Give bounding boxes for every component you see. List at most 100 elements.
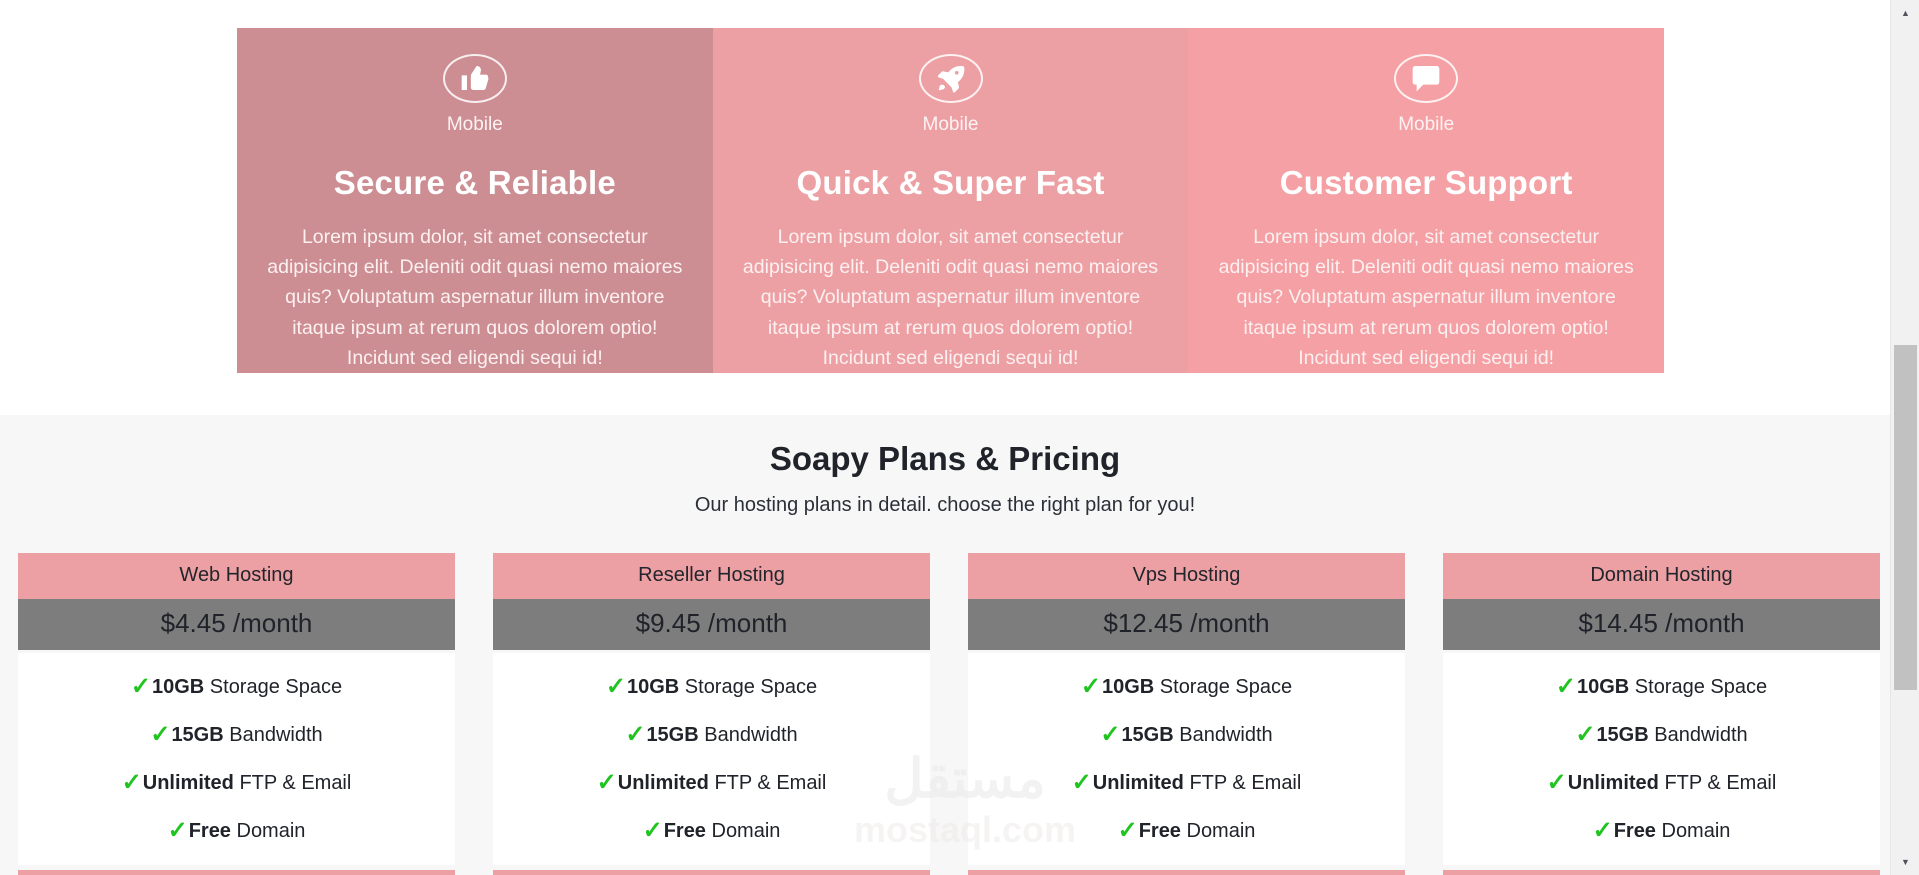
feature-card: Mobile Customer Support Lorem ipsum dolor,… (1188, 28, 1665, 373)
plan-feature-strong: Unlimited (1092, 772, 1184, 794)
check-icon: ✓ (596, 769, 617, 796)
plan-feature-list: ✓10GB Storage Space ✓15GB Bandwidth ✓Unlim… (493, 653, 930, 865)
check-icon: ✓ (1555, 673, 1576, 700)
plan-feature-row: ✓Free Domain (493, 816, 930, 845)
plan-price: $9.45 /month (493, 599, 930, 650)
check-icon: ✓ (1546, 769, 1567, 796)
feature-subtitle: Mobile (922, 113, 979, 135)
plan-feature-row: ✓Unlimited FTP & Email (968, 768, 1405, 797)
plan-feature-list: ✓10GB Storage Space ✓15GB Bandwidth ✓Unlim… (18, 653, 455, 865)
plan-name: Domain Hosting (1443, 553, 1880, 599)
plan-feature-rest: Bandwidth (1173, 724, 1273, 746)
plan-feature-strong: Unlimited (1567, 772, 1659, 794)
plan-feature-row: ✓Free Domain (1443, 816, 1880, 845)
check-icon: ✓ (625, 721, 646, 748)
plan-feature-rest: FTP & Email (1183, 772, 1302, 794)
plan-feature-strong: Unlimited (617, 772, 709, 794)
check-icon: ✓ (1080, 673, 1101, 700)
plan-feature-rest: Storage Space (204, 676, 343, 698)
feature-description: Lorem ipsum dolor, sit amet consectetur … (742, 225, 1159, 369)
plan-feature-row: ✓10GB Storage Space (1443, 672, 1880, 701)
plan-feature-strong: Unlimited (142, 772, 234, 794)
page-root: Mobile Secure & Reliable Lorem ipsum dolor… (0, 0, 1919, 875)
scroll-up-arrow-icon[interactable]: ▲ (1891, 4, 1919, 22)
plan-feature-strong: 10GB (626, 676, 680, 698)
check-icon: ✓ (130, 673, 151, 700)
feature-card: Mobile Secure & Reliable Lorem ipsum dolor… (237, 28, 713, 373)
plan-feature-row: ✓Unlimited FTP & Email (1443, 768, 1880, 797)
pricing-title: Soapy Plans & Pricing (769, 440, 1121, 477)
check-icon: ✓ (121, 769, 142, 796)
pricing-section: Soapy Plans & Pricing Our hosting plans … (0, 415, 1890, 875)
plan-feature-row: ✓Unlimited FTP & Email (493, 768, 930, 797)
sign-up-now-button[interactable]: Sign Up Now (968, 870, 1405, 875)
plan-feature-rest: Storage Space (1629, 676, 1768, 698)
sign-up-now-button[interactable]: Sign Up Now (18, 870, 455, 875)
plan-feature-row: ✓15GB Bandwidth (968, 720, 1405, 749)
feature-subtitle: Mobile (446, 113, 503, 135)
features-strip: Mobile Secure & Reliable Lorem ipsum dolor… (237, 28, 1665, 373)
pricing-plans: Web Hosting $4.45 /month ✓10GB Storage Spa… (18, 553, 1880, 875)
feature-title: Quick & Super Fast (796, 163, 1105, 201)
plan-feature-row: ✓Free Domain (968, 816, 1405, 845)
plan-feature-strong: 15GB (1121, 724, 1174, 746)
scroll-down-arrow-icon[interactable]: ▼ (1891, 853, 1919, 871)
pricing-plan-card: Reseller Hosting $9.45 /month ✓10GB Storag… (493, 553, 930, 875)
plan-price: $14.45 /month (1443, 599, 1880, 650)
pricing-plan-card: Vps Hosting $12.45 /month ✓10GB Storage Sp… (968, 553, 1405, 875)
plan-feature-rest: Bandwidth (1648, 724, 1748, 746)
sign-up-now-button[interactable]: Sign Up Now (493, 870, 930, 875)
plan-feature-row: ✓10GB Storage Space (493, 672, 930, 701)
feature-description: Lorem ipsum dolor, sit amet consectetur … (267, 225, 683, 369)
feature-title: Secure & Reliable (333, 163, 616, 201)
plan-feature-row: ✓15GB Bandwidth (1443, 720, 1880, 749)
pricing-header: Soapy Plans & Pricing Our hosting plans … (0, 415, 1890, 517)
feature-subtitle: Mobile (1398, 113, 1455, 135)
plan-feature-list: ✓10GB Storage Space ✓15GB Bandwidth ✓Unlim… (968, 653, 1405, 865)
plan-feature-rest: Domain (230, 820, 306, 842)
scrollbar-thumb[interactable] (1894, 345, 1917, 690)
plan-name: Vps Hosting (968, 553, 1405, 599)
plan-feature-rest: Domain (1180, 820, 1256, 842)
plan-feature-rest: Domain (705, 820, 781, 842)
plan-feature-row: ✓Free Domain (18, 816, 455, 845)
check-icon: ✓ (1592, 817, 1613, 844)
plan-feature-row: ✓15GB Bandwidth (18, 720, 455, 749)
plan-feature-list: ✓10GB Storage Space ✓15GB Bandwidth ✓Unlim… (1443, 653, 1880, 865)
plan-feature-strong: 10GB (151, 676, 205, 698)
plan-price: $4.45 /month (18, 599, 455, 650)
plan-feature-row: ✓Unlimited FTP & Email (18, 768, 455, 797)
plan-name: Reseller Hosting (493, 553, 930, 599)
feature-card: Mobile Quick & Super Fast Lorem ipsum dolo… (712, 28, 1189, 373)
plan-feature-strong: Free (1613, 820, 1656, 842)
check-icon: ✓ (1100, 721, 1121, 748)
pricing-plan-card: Web Hosting $4.45 /month ✓10GB Storage Spa… (18, 553, 455, 875)
plan-feature-row: ✓10GB Storage Space (18, 672, 455, 701)
plan-feature-strong: 10GB (1576, 676, 1630, 698)
plan-feature-rest: Storage Space (679, 676, 818, 698)
vertical-scrollbar[interactable]: ▲ ▼ (1890, 0, 1919, 875)
pricing-subtitle: Our hosting plans in detail. choose the … (694, 494, 1196, 516)
check-icon: ✓ (642, 817, 663, 844)
plan-feature-rest: Bandwidth (223, 724, 323, 746)
rocket-icon (918, 54, 983, 103)
check-icon: ✓ (167, 817, 188, 844)
plan-feature-rest: FTP & Email (708, 772, 827, 794)
comment-bubble-icon (1394, 54, 1459, 103)
check-icon: ✓ (1575, 721, 1596, 748)
plan-feature-strong: 15GB (646, 724, 699, 746)
plan-feature-rest: FTP & Email (233, 772, 352, 794)
check-icon: ✓ (605, 673, 626, 700)
plan-feature-rest: FTP & Email (1658, 772, 1777, 794)
plan-price: $12.45 /month (968, 599, 1405, 650)
check-icon: ✓ (1071, 769, 1092, 796)
feature-description: Lorem ipsum dolor, sit amet consectetur … (1218, 225, 1634, 369)
plan-feature-strong: Free (188, 820, 231, 842)
plan-feature-strong: Free (1138, 820, 1181, 842)
sign-up-now-button[interactable]: Sign Up Now (1443, 870, 1880, 875)
plan-feature-rest: Storage Space (1154, 676, 1293, 698)
plan-feature-strong: Free (663, 820, 706, 842)
plan-name: Web Hosting (18, 553, 455, 599)
plan-feature-row: ✓15GB Bandwidth (493, 720, 930, 749)
check-icon: ✓ (1117, 817, 1138, 844)
